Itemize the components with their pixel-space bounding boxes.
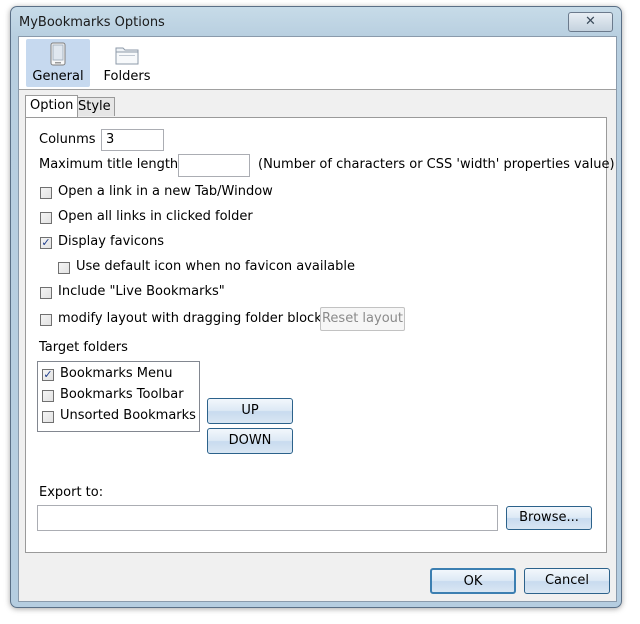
modify-layout-checkbox[interactable]	[40, 314, 52, 326]
folders-icon	[115, 47, 139, 65]
target-bookmarks-menu-checkbox[interactable]: ✓	[42, 369, 54, 381]
reset-layout-button[interactable]: Reset layout	[320, 307, 405, 331]
check-icon: ✓	[43, 368, 53, 381]
columns-input[interactable]: 3	[101, 129, 164, 151]
move-up-button[interactable]: UP	[207, 398, 293, 424]
include-live-bookmarks-label: Include "Live Bookmarks"	[58, 284, 225, 299]
window-title: MyBookmarks Options	[19, 15, 165, 30]
export-label: Export to:	[39, 485, 104, 500]
close-button[interactable]: ✕	[568, 12, 613, 32]
export-path-input[interactable]	[37, 505, 498, 531]
move-down-button[interactable]: DOWN	[207, 428, 293, 454]
max-title-length-label: Maximum title length	[39, 157, 179, 172]
close-icon: ✕	[585, 14, 596, 29]
cancel-button[interactable]: Cancel	[524, 568, 610, 594]
max-title-length-hint: (Number of characters or CSS 'width' pro…	[258, 157, 615, 172]
pane-general-label: General	[32, 69, 84, 84]
option-tab-panel: Colunms 3 Maximum title length (Number o…	[25, 117, 615, 553]
pane-folders-button[interactable]: Folders	[95, 39, 159, 87]
include-live-bookmarks-checkbox[interactable]	[40, 287, 52, 299]
target-unsorted-bookmarks-checkbox[interactable]	[42, 411, 54, 423]
pane-toolbar: General Folders	[19, 37, 616, 90]
pane-general-button[interactable]: General	[26, 39, 90, 87]
tab-option[interactable]: Option	[25, 95, 79, 117]
target-folders-label: Target folders	[39, 340, 128, 355]
list-item: Unsorted Bookmarks	[60, 408, 196, 423]
tab-style[interactable]: Style	[74, 97, 115, 116]
max-title-length-input[interactable]	[178, 154, 250, 177]
open-new-tab-checkbox[interactable]	[40, 187, 52, 199]
columns-label: Colunms	[39, 132, 96, 147]
browse-button[interactable]: Browse...	[506, 506, 592, 530]
check-icon: ✓	[41, 236, 51, 249]
dialog-client: General Folders Option Style Colunms 3 M…	[18, 36, 617, 602]
target-folders-list: ✓ Bookmarks Menu Bookmarks Toolbar Unsor…	[37, 361, 200, 432]
target-bookmarks-toolbar-checkbox[interactable]	[42, 390, 54, 402]
use-default-icon-checkbox[interactable]	[58, 262, 70, 274]
open-all-links-label: Open all links in clicked folder	[58, 209, 253, 224]
display-favicons-label: Display favicons	[58, 234, 165, 249]
ok-button[interactable]: OK	[430, 568, 516, 594]
general-icon	[50, 42, 66, 66]
list-item: Bookmarks Menu	[60, 366, 173, 381]
open-all-links-checkbox[interactable]	[40, 212, 52, 224]
options-window: MyBookmarks Options ✕ General Folders Op…	[10, 6, 622, 608]
use-default-icon-label: Use default icon when no favicon availab…	[76, 259, 355, 274]
display-favicons-checkbox[interactable]: ✓	[40, 237, 52, 249]
list-item: Bookmarks Toolbar	[60, 387, 184, 402]
modify-layout-label: modify layout with dragging folder block	[58, 311, 322, 326]
pane-folders-label: Folders	[103, 69, 151, 84]
open-new-tab-label: Open a link in a new Tab/Window	[58, 184, 273, 199]
